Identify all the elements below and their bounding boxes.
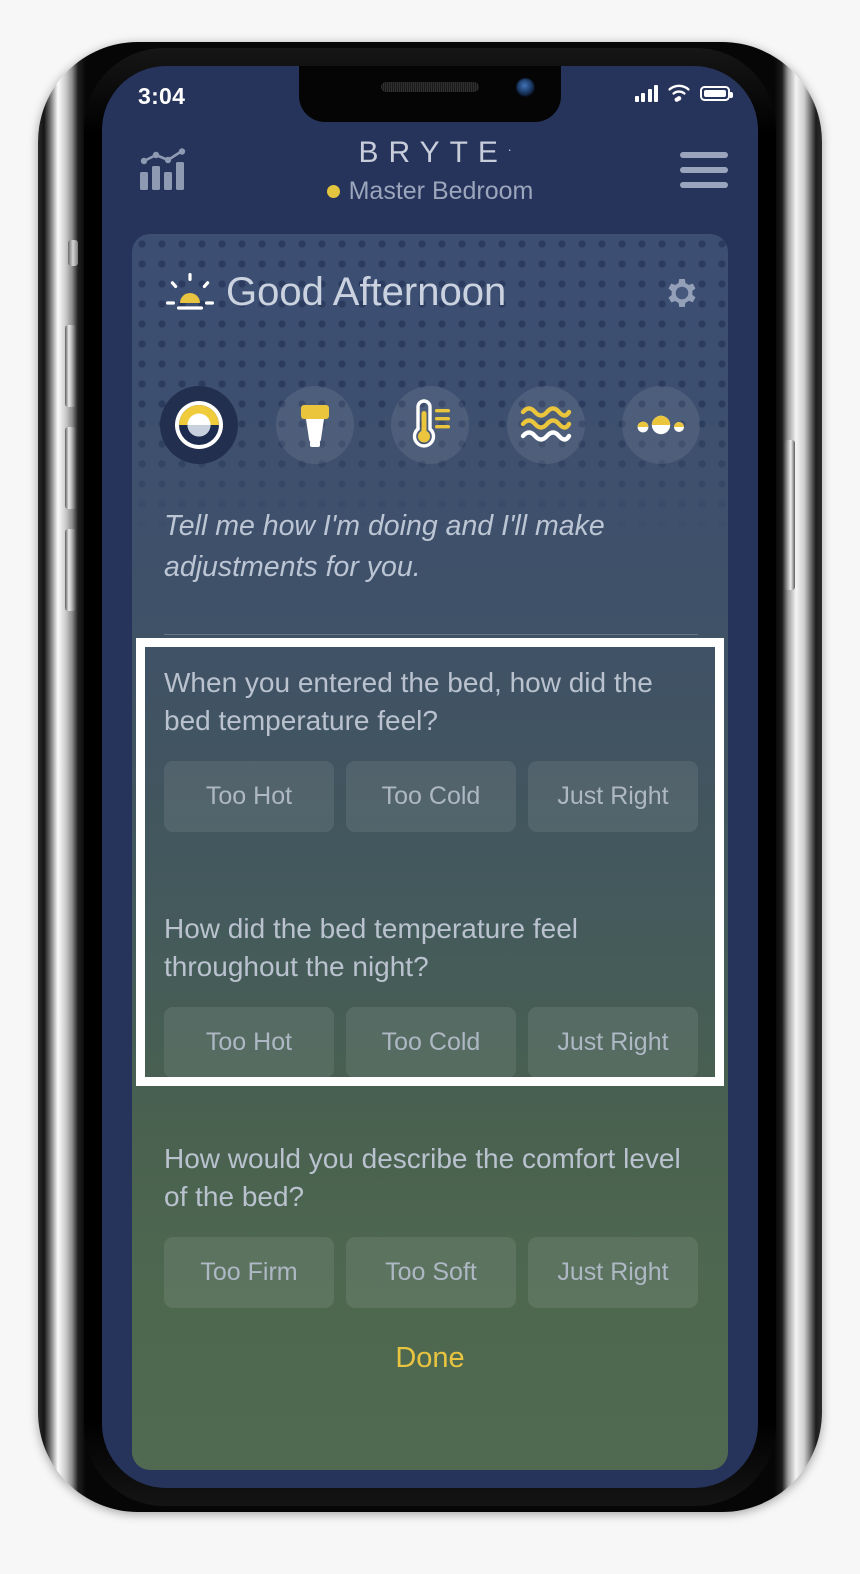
phone-frame: 3:04 BRYTE. Master Bedroom Good Afternoo… (38, 42, 822, 1512)
option-button-too-cold[interactable]: Too Cold (346, 1006, 516, 1078)
more-dots-icon (637, 415, 684, 435)
done-button[interactable]: Done (132, 1342, 728, 1375)
quick-icon-airflow[interactable] (506, 386, 585, 464)
cellular-signal-icon (634, 84, 658, 102)
option-button-too-hot[interactable]: Too Hot (164, 1006, 334, 1078)
quick-icon-light[interactable] (275, 386, 354, 464)
status-time: 3:04 (138, 83, 186, 109)
greeting-text: Good Afternoon (226, 270, 507, 314)
divider (164, 634, 698, 635)
sunrise-icon (166, 272, 214, 310)
battery-icon (700, 85, 733, 101)
greeting-row: Good Afternoon (164, 270, 702, 315)
question-block: How would you describe the comfort level… (164, 1140, 698, 1308)
quick-icon-row (160, 386, 700, 464)
question-block: How did the bed temperature feel through… (164, 910, 698, 1078)
option-button-too-cold[interactable]: Too Cold (346, 760, 516, 832)
light-bulb-icon (300, 405, 329, 447)
page-title: BRYTE. (102, 136, 758, 170)
earpiece-speaker (381, 82, 479, 92)
assistant-message: Tell me how I'm doing and I'll make adju… (164, 510, 605, 583)
questions-section: When you entered the bed, how did the be… (132, 638, 728, 1470)
option-row: Too Firm Too Soft Just Right (164, 1236, 698, 1308)
app-header: BRYTE. Master Bedroom (102, 122, 758, 224)
main-card: Good Afternoon Tell me how I'm doing and… (132, 234, 728, 1470)
question-text: How did the bed temperature feel through… (164, 913, 579, 983)
thermometer-icon (412, 399, 450, 448)
question-text: When you entered the bed, how did the be… (164, 667, 653, 737)
mute-switch-button[interactable] (68, 240, 78, 266)
option-button-too-firm[interactable]: Too Firm (164, 1236, 334, 1308)
status-icons (634, 84, 733, 102)
notch (299, 66, 561, 122)
brand-block: BRYTE. Master Bedroom (102, 136, 758, 206)
room-indicator[interactable]: Master Bedroom (102, 177, 758, 206)
status-dot-icon (326, 185, 340, 198)
antenna-band-right (38, 58, 47, 74)
wifi-icon (668, 84, 690, 102)
front-camera (516, 78, 535, 97)
room-name-label: Master Bedroom (348, 177, 534, 205)
option-button-too-hot[interactable]: Too Hot (164, 760, 334, 832)
quick-icon-bryte-logo[interactable] (160, 386, 238, 464)
brand-name: BRYTE (358, 136, 508, 169)
volume-extra-button[interactable] (65, 529, 76, 611)
quick-icon-temperature[interactable] (391, 386, 469, 464)
volume-up-button[interactable] (65, 325, 76, 407)
question-block: When you entered the bed, how did the be… (164, 664, 698, 832)
gear-icon[interactable] (662, 273, 702, 313)
hamburger-menu-icon[interactable] (680, 152, 728, 188)
option-button-just-right[interactable]: Just Right (528, 760, 698, 832)
brand-trademark: . (507, 139, 512, 154)
option-button-just-right[interactable]: Just Right (528, 1236, 698, 1308)
volume-down-button[interactable] (65, 427, 76, 509)
waves-icon (520, 406, 571, 442)
bryte-logo-icon (175, 401, 223, 449)
phone-screen: 3:04 BRYTE. Master Bedroom Good Afternoo… (102, 66, 758, 1488)
antenna-band-left (38, 42, 47, 58)
option-button-too-soft[interactable]: Too Soft (346, 1236, 516, 1308)
option-row: Too Hot Too Cold Just Right (164, 1006, 698, 1078)
option-button-just-right[interactable]: Just Right (528, 1006, 698, 1078)
power-button[interactable] (784, 440, 795, 590)
question-text: How would you describe the comfort level… (164, 1143, 681, 1213)
quick-icon-more[interactable] (622, 386, 700, 464)
option-row: Too Hot Too Cold Just Right (164, 760, 698, 832)
battery-fill (704, 89, 726, 97)
